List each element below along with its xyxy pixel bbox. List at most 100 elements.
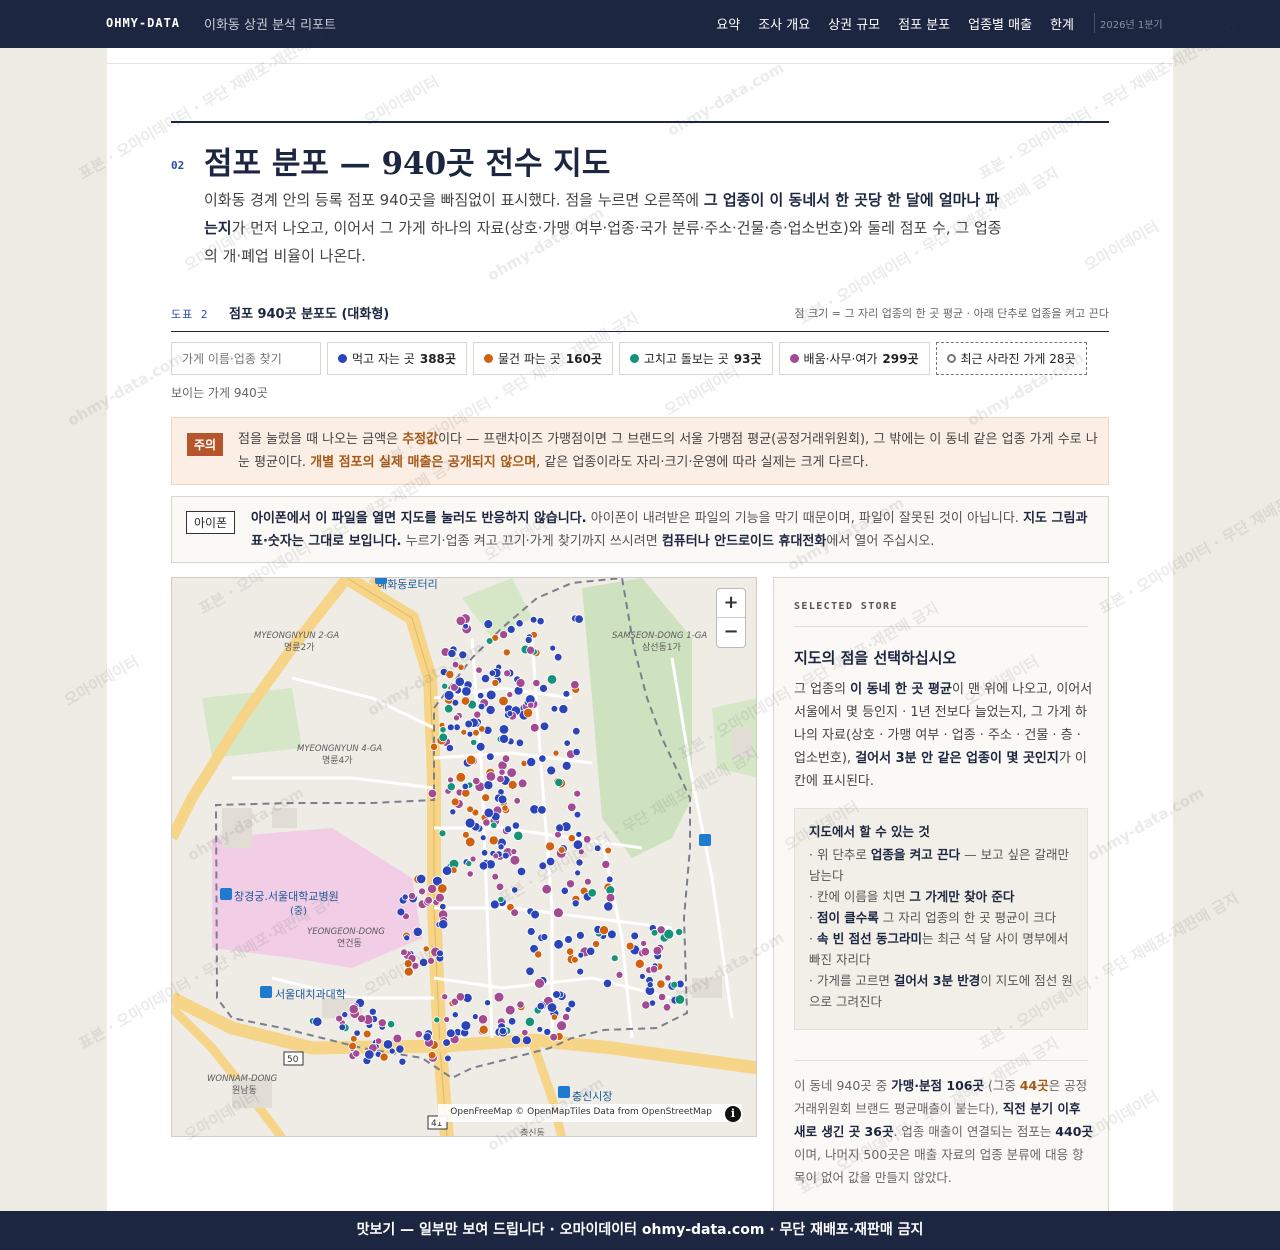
- store-dot[interactable]: [472, 729, 480, 737]
- store-dot[interactable]: [455, 615, 466, 626]
- nav-link-overview[interactable]: 조사 개요: [758, 14, 810, 33]
- store-dot[interactable]: [534, 977, 545, 989]
- store-dot[interactable]: [357, 1014, 367, 1024]
- store-dot[interactable]: [576, 967, 585, 976]
- store-dot[interactable]: [526, 757, 537, 768]
- store-dot[interactable]: [575, 858, 584, 867]
- store-dot[interactable]: [646, 981, 654, 989]
- store-dot[interactable]: [530, 909, 540, 920]
- store-dot[interactable]: [403, 934, 411, 942]
- store-dot[interactable]: [506, 710, 514, 717]
- store-dot[interactable]: [573, 810, 582, 819]
- store-dot[interactable]: [571, 955, 579, 964]
- store-dot[interactable]: [506, 767, 517, 778]
- store-dot[interactable]: [498, 733, 509, 744]
- store-dot[interactable]: [445, 670, 455, 680]
- store-dot[interactable]: [625, 941, 635, 951]
- map-canvas[interactable]: 혜화동로터리 MYEONGNYUN 2-GA 명륜2가 SAMSEON-DONG…: [172, 578, 757, 1137]
- brand-logo[interactable]: OHMY-DATA: [106, 16, 180, 30]
- store-dot[interactable]: [478, 1024, 489, 1035]
- store-dot[interactable]: [451, 1011, 459, 1019]
- store-dot[interactable]: [483, 780, 494, 791]
- store-dot[interactable]: [362, 1029, 372, 1039]
- store-dot[interactable]: [574, 869, 582, 877]
- store-dot[interactable]: [526, 645, 536, 655]
- store-dot[interactable]: [662, 1003, 672, 1012]
- store-dot[interactable]: [540, 933, 549, 941]
- store-dot[interactable]: [503, 669, 512, 678]
- store-dot[interactable]: [570, 680, 580, 690]
- store-dot[interactable]: [507, 1017, 517, 1026]
- store-dot[interactable]: [538, 861, 548, 871]
- store-dot[interactable]: [499, 630, 509, 640]
- store-dot[interactable]: [498, 724, 510, 735]
- store-dot[interactable]: [571, 899, 580, 908]
- store-dot[interactable]: [441, 993, 449, 1001]
- store-dot[interactable]: [539, 684, 548, 693]
- store-dot[interactable]: [429, 742, 439, 751]
- store-dot[interactable]: [471, 1013, 479, 1021]
- store-dot[interactable]: [485, 637, 494, 645]
- store-dot[interactable]: [444, 703, 454, 714]
- store-dot[interactable]: [436, 949, 444, 958]
- store-dot[interactable]: [427, 1050, 437, 1060]
- store-dot[interactable]: [395, 1044, 405, 1054]
- store-dot[interactable]: [441, 682, 449, 690]
- store-dot[interactable]: [427, 956, 435, 965]
- store-dot[interactable]: [475, 666, 483, 674]
- store-search-input[interactable]: [171, 342, 321, 375]
- store-dot[interactable]: [649, 965, 659, 974]
- store-dot[interactable]: [657, 992, 667, 1002]
- store-dot[interactable]: [656, 979, 666, 989]
- store-dot[interactable]: [352, 1049, 361, 1058]
- store-dot[interactable]: [552, 990, 561, 999]
- info-icon[interactable]: i: [725, 1106, 741, 1122]
- store-dot[interactable]: [490, 821, 498, 829]
- store-dot[interactable]: [460, 1020, 472, 1031]
- store-dot[interactable]: [529, 615, 538, 624]
- store-dot[interactable]: [663, 928, 675, 940]
- store-dot[interactable]: [564, 935, 573, 944]
- store-dot[interactable]: [335, 1014, 344, 1023]
- store-dot[interactable]: [510, 1034, 522, 1046]
- store-dot[interactable]: [602, 978, 613, 988]
- store-dot[interactable]: [466, 870, 474, 878]
- store-dot[interactable]: [670, 980, 679, 989]
- store-dot[interactable]: [604, 846, 613, 855]
- store-dot[interactable]: [466, 805, 474, 814]
- store-dot[interactable]: [546, 674, 558, 685]
- nav-link-sales[interactable]: 업종별 매출: [968, 14, 1032, 33]
- store-dot[interactable]: [511, 886, 519, 894]
- store-dot[interactable]: [510, 908, 519, 918]
- store-dot[interactable]: [575, 830, 583, 838]
- store-dot[interactable]: [504, 1004, 516, 1016]
- store-dot[interactable]: [464, 817, 476, 829]
- store-dot[interactable]: [475, 742, 486, 752]
- store-dot[interactable]: [539, 721, 550, 732]
- store-dot[interactable]: [565, 947, 575, 956]
- store-dot[interactable]: [565, 879, 575, 889]
- store-dot[interactable]: [615, 970, 624, 979]
- filter-chip-closed-stores[interactable]: 최근 사라진 가게 28곳: [935, 342, 1087, 375]
- store-dot[interactable]: [513, 830, 524, 841]
- store-dot[interactable]: [545, 841, 556, 852]
- store-dot[interactable]: [427, 788, 438, 799]
- store-dot[interactable]: [536, 1025, 544, 1033]
- store-dot[interactable]: [517, 778, 528, 789]
- store-dot[interactable]: [524, 1016, 535, 1027]
- store-dot[interactable]: [348, 1004, 359, 1015]
- store-dot[interactable]: [501, 754, 511, 763]
- store-dot[interactable]: [605, 892, 616, 903]
- store-dot[interactable]: [515, 738, 525, 747]
- store-dot[interactable]: [524, 635, 533, 644]
- store-dot[interactable]: [482, 818, 491, 827]
- store-dot[interactable]: [563, 739, 571, 747]
- zoom-in-button[interactable]: +: [717, 589, 745, 618]
- store-dot[interactable]: [437, 883, 448, 894]
- nav-link-limits[interactable]: 한계: [1050, 14, 1074, 33]
- filter-chip-food-lodging[interactable]: 먹고 자는 곳 388곳: [327, 342, 467, 375]
- map-attribution[interactable]: OpenFreeMap © OpenMapTiles Data from Ope…: [438, 1104, 742, 1122]
- store-dot[interactable]: [443, 1016, 451, 1023]
- store-dot[interactable]: [497, 843, 505, 851]
- store-dot[interactable]: [640, 939, 648, 947]
